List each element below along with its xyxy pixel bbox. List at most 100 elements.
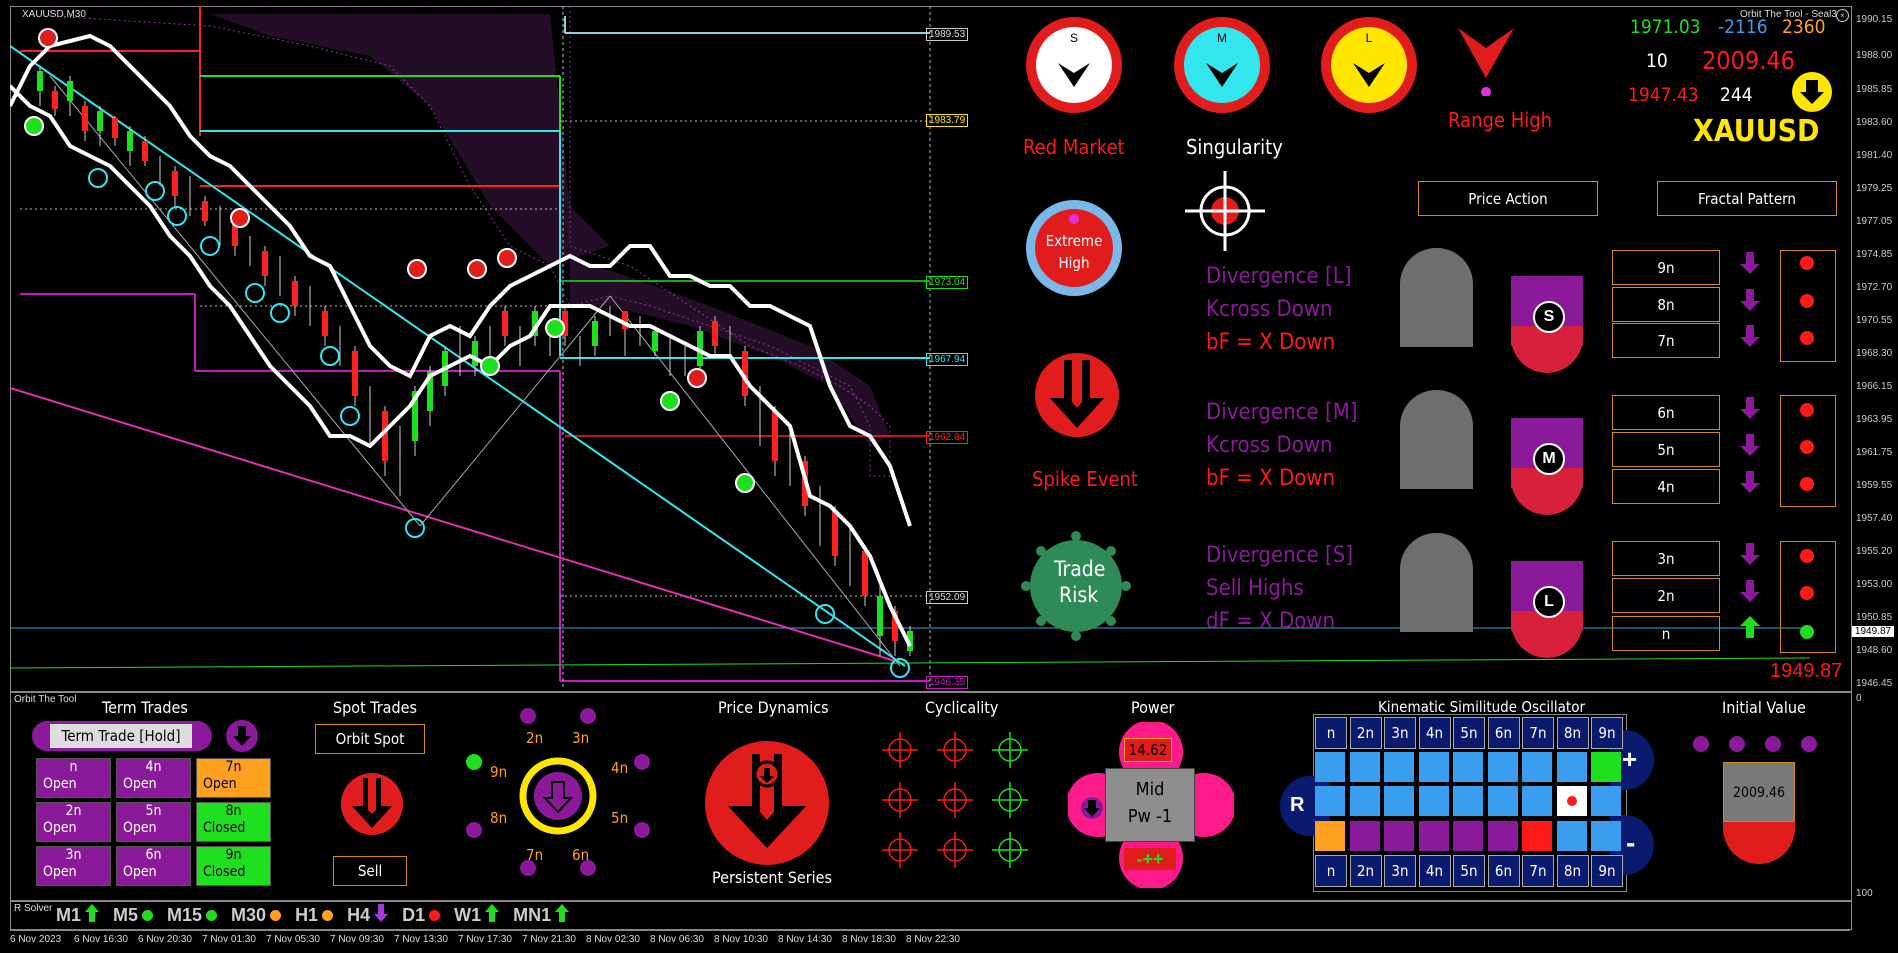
solver-timeframe[interactable]: D1 bbox=[402, 905, 441, 926]
price-tag: 1952.09 bbox=[926, 591, 969, 604]
stat-red-small: 1947.43 bbox=[1628, 84, 1699, 106]
term-trade-cell-level: 3n bbox=[65, 847, 82, 863]
trade-risk-label: Trade bbox=[1054, 557, 1106, 581]
ladder-arrows bbox=[1740, 252, 1760, 638]
solver-timeframe-label: M5 bbox=[113, 904, 139, 925]
kso-header-cell: 7n bbox=[1522, 717, 1554, 749]
stat-red-big: 2009.46 bbox=[1702, 46, 1795, 75]
time-axis-label: 8 Nov 02:30 bbox=[586, 934, 640, 945]
time-axis-label: 7 Nov 09:30 bbox=[330, 934, 384, 945]
kso-cell bbox=[1591, 751, 1621, 782]
kso-cell bbox=[1522, 786, 1552, 816]
status-dot-icon bbox=[270, 909, 282, 921]
cyclicality-grid bbox=[881, 731, 1029, 868]
term-trade-cell-status: Open bbox=[43, 864, 77, 880]
term-trade-cell[interactable]: 3n Open bbox=[36, 846, 111, 886]
orbit-spot-button[interactable]: Orbit Spot bbox=[315, 724, 425, 754]
price-axis-label: 1966.15 bbox=[1856, 381, 1893, 392]
price-axis-label: 1961.75 bbox=[1856, 447, 1893, 458]
time-axis-label: 8 Nov 10:30 bbox=[714, 934, 768, 945]
term-trade-cell-status: Closed bbox=[203, 864, 246, 880]
term-trade-cell[interactable]: 5n Open bbox=[116, 802, 191, 842]
tombstone-indicator bbox=[1400, 533, 1473, 632]
range-high-label: Range High bbox=[1448, 108, 1553, 132]
solver-timeframe[interactable]: M15 bbox=[167, 904, 218, 926]
status-dot-icon bbox=[206, 909, 218, 921]
kso-marker-dot bbox=[1566, 796, 1577, 806]
solver-timeframe[interactable]: M1 bbox=[56, 903, 100, 927]
term-trade-cell-level: 5n bbox=[145, 803, 162, 819]
kso-cell bbox=[1487, 820, 1518, 851]
kso-cell bbox=[1384, 820, 1414, 851]
term-trades-title: Term Trades bbox=[102, 698, 188, 717]
term-trade-cell[interactable]: 2n Open bbox=[36, 802, 111, 842]
fractal-pattern-button[interactable]: Fractal Pattern bbox=[1657, 181, 1837, 216]
ladder-cell: 4n bbox=[1612, 469, 1720, 504]
current-price-tag: 1949.87 bbox=[1852, 626, 1894, 637]
term-trade-cell[interactable]: n Open bbox=[36, 758, 111, 798]
up-arrow-icon bbox=[555, 903, 570, 927]
solver-timeframe[interactable]: M30 bbox=[231, 905, 282, 926]
solver-timeframe[interactable]: H4 bbox=[347, 903, 389, 927]
stat-green: 1971.03 bbox=[1630, 16, 1701, 38]
badge-s: S bbox=[1511, 276, 1583, 373]
term-trade-hold-pill[interactable]: Term Trade [Hold] bbox=[32, 721, 212, 751]
price-axis-label: 1981.40 bbox=[1856, 150, 1893, 161]
kso-cell bbox=[1487, 786, 1518, 816]
solver-timeframe[interactable]: M5 bbox=[113, 904, 154, 926]
dial-s: S bbox=[1026, 17, 1122, 113]
up-arrow-icon bbox=[485, 903, 500, 927]
chevron-down-icon bbox=[1353, 63, 1385, 87]
kso-cell bbox=[1315, 786, 1345, 816]
kso-header-cell: 9n bbox=[1591, 717, 1623, 749]
price-action-button[interactable]: Price Action bbox=[1418, 181, 1598, 216]
solver-timeframe-label: W1 bbox=[454, 904, 482, 925]
kso-header-cell: 3n bbox=[1384, 717, 1416, 749]
dial-m: M bbox=[1174, 17, 1270, 113]
kso-cell bbox=[1453, 820, 1483, 851]
solver-timeframe[interactable]: H1 bbox=[295, 905, 334, 926]
term-trade-cell[interactable]: 4n Open bbox=[116, 758, 191, 798]
time-axis-label: 8 Nov 14:30 bbox=[778, 934, 832, 945]
power-signs-box: -++ bbox=[1124, 848, 1176, 870]
kso-header-cell: 2n bbox=[1349, 717, 1382, 749]
price-axis-label: 1977.05 bbox=[1856, 216, 1893, 227]
term-trade-cell[interactable]: 9n Closed bbox=[196, 846, 271, 886]
term-trade-cell-status: Open bbox=[43, 776, 77, 792]
divergence-l-line3: bF = X Down bbox=[1206, 330, 1336, 355]
term-trade-cell[interactable]: 6n Open bbox=[116, 846, 191, 886]
chevron-down-icon bbox=[1206, 63, 1238, 87]
solver-timeframe-label: M15 bbox=[167, 904, 203, 925]
orbit-label: 8n bbox=[490, 809, 508, 827]
term-trade-cell[interactable]: 7n Open bbox=[196, 758, 271, 798]
term-trade-cell-level: 8n bbox=[225, 803, 242, 819]
solver-timeframe[interactable]: MN1 bbox=[513, 903, 570, 927]
ladder-cell: 9n bbox=[1612, 250, 1720, 285]
ladder-cell: 5n bbox=[1612, 432, 1720, 467]
sell-button[interactable]: Sell bbox=[333, 856, 407, 886]
term-trade-cell[interactable]: 8n Closed bbox=[196, 802, 271, 842]
price-axis-label: 1963.95 bbox=[1856, 414, 1893, 425]
kso-cell bbox=[1591, 820, 1621, 851]
time-axis-label: 7 Nov 17:30 bbox=[458, 934, 512, 945]
kso-cell bbox=[1384, 751, 1414, 782]
kso-cell bbox=[1487, 751, 1518, 782]
divergence-l-line1: Divergence [L] bbox=[1206, 264, 1352, 289]
price-axis-label: 1970.55 bbox=[1856, 315, 1893, 326]
term-trade-hold-button[interactable]: Term Trade [Hold] bbox=[50, 724, 192, 748]
price-tag: 1967.94 bbox=[926, 353, 969, 366]
spot-down-arrow-icon bbox=[341, 773, 403, 835]
kso-header-cell: 6n bbox=[1487, 717, 1520, 749]
solver-timeframe[interactable]: W1 bbox=[454, 903, 500, 927]
kso-footer-cell: 4n bbox=[1418, 855, 1451, 887]
ladder-cell: 2n bbox=[1612, 578, 1720, 613]
term-trade-cell-level: 4n bbox=[145, 759, 162, 775]
price-axis-label: 1953.00 bbox=[1856, 579, 1893, 590]
stat-244: 244 bbox=[1720, 84, 1753, 106]
price-axis-label: 1955.20 bbox=[1856, 546, 1893, 557]
stat-orange: 2360 bbox=[1782, 16, 1826, 38]
ladder-cell: 3n bbox=[1612, 541, 1720, 576]
status-dot-icon bbox=[142, 909, 154, 921]
time-axis-label: 6 Nov 2023 bbox=[10, 934, 62, 945]
price-axis-label: 1979.25 bbox=[1856, 183, 1893, 194]
